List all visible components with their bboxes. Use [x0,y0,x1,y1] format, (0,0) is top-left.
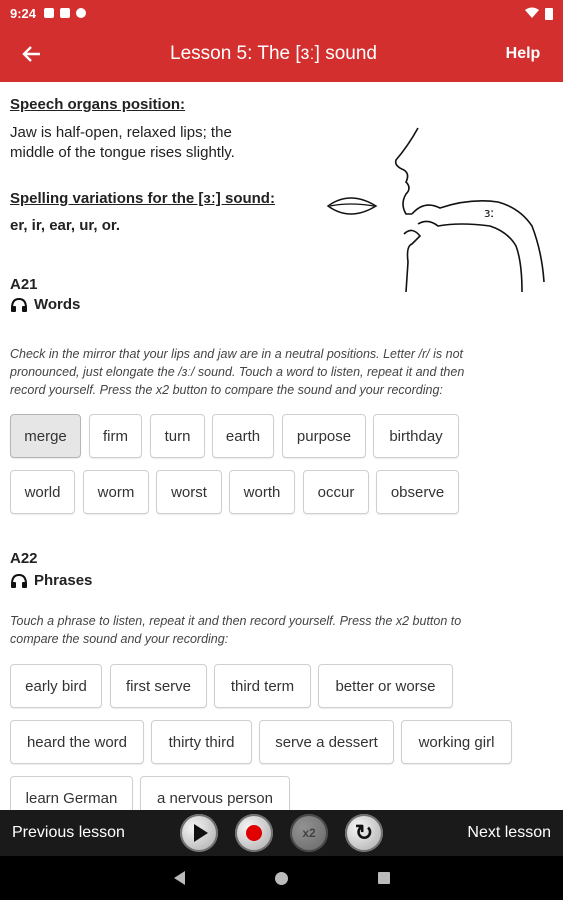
play-button[interactable] [180,814,218,852]
x2-label: x2 [302,826,316,840]
speech-organs-text-line1: Jaw is half-open, relaxed lips; the [10,124,232,141]
system-navigation-bar [0,856,563,900]
a21-instructions-line1: Check in the mirror that your lips and j… [10,347,463,361]
word-button-merge[interactable]: merge [10,414,81,458]
a22-heading[interactable]: Phrases [10,572,92,589]
phrase-button-learn-german[interactable]: learn German [10,776,133,810]
a22-instructions-line2: compare the sound and your recording: [10,632,229,646]
compare-x2-button[interactable]: x2 [290,814,328,852]
spelling-heading: Spelling variations for the [ɜː] sound: [10,190,275,207]
spelling-variations: er, ir, ear, ur, or. [10,217,121,234]
nav-home-icon[interactable] [274,871,288,885]
word-button-worm[interactable]: worm [83,470,149,514]
lesson-controls-bar: Previous lesson x2 ↻ Next lesson [0,810,563,856]
a22-code: A22 [10,550,38,567]
help-button[interactable]: Help [483,45,563,63]
a21-code: A21 [10,276,38,293]
wifi-icon [525,7,539,18]
word-button-birthday[interactable]: birthday [373,414,459,458]
word-button-purpose[interactable]: purpose [282,414,366,458]
lesson-content[interactable]: Speech organs position: Jaw is half-open… [0,82,563,810]
a21-title: Words [34,296,81,313]
status-bar: 9:24 [0,0,563,26]
word-button-earth[interactable]: earth [212,414,274,458]
a22-instructions-line1: Touch a phrase to listen, repeat it and … [10,614,462,628]
record-button[interactable] [235,814,273,852]
previous-lesson-button[interactable]: Previous lesson [12,824,125,842]
headphones-icon [11,297,27,312]
phrase-button-early-bird[interactable]: early bird [10,664,102,708]
status-notification-icons [44,8,87,18]
notification-icon [44,8,55,18]
speech-organs-text-line2: middle of the tongue rises slightly. [10,144,235,161]
phrase-button-third-term[interactable]: third term [214,664,311,708]
phrase-button-better-or-worse[interactable]: better or worse [318,664,453,708]
word-button-occur[interactable]: occur [303,470,369,514]
word-button-observe[interactable]: observe [376,470,459,514]
a22-title: Phrases [34,572,93,589]
headphones-icon [11,573,27,588]
app-bar: Lesson 5: The [ɜː] sound Help [0,26,563,82]
status-time: 9:24 [10,5,37,21]
a21-instructions-line3: record yourself. Press the x2 button to … [10,383,443,397]
phrase-button-heard-the-word[interactable]: heard the word [10,720,144,764]
phrase-button-first-serve[interactable]: first serve [110,664,207,708]
phrase-button-thirty-third[interactable]: thirty third [151,720,252,764]
word-button-world[interactable]: world [10,470,75,514]
at-sign-icon [76,8,87,18]
phrase-button-serve-a-dessert[interactable]: serve a dessert [259,720,394,764]
next-lesson-button[interactable]: Next lesson [467,824,551,842]
lesson-title: Lesson 5: The [ɜː] sound [170,43,377,64]
arrow-back-icon [22,46,40,62]
play-icon [193,824,208,842]
back-button[interactable] [0,26,64,82]
diagram-vowel-label: ɜː [484,206,494,220]
word-button-worst[interactable]: worst [156,470,222,514]
status-system-icons [525,7,553,20]
nav-back-icon[interactable] [173,871,185,885]
phrase-button-working-girl[interactable]: working girl [401,720,512,764]
speech-organs-heading: Speech organs position: [10,96,186,113]
battery-icon [545,7,553,20]
replay-button[interactable]: ↻ [345,814,383,852]
word-button-turn[interactable]: turn [150,414,205,458]
a21-instructions-line2: pronounced, just elongate the /ɜː/ sound… [10,365,465,379]
word-button-firm[interactable]: firm [89,414,142,458]
phrase-button-a-nervous-person[interactable]: a nervous person [140,776,290,810]
speech-organs-diagram: ɜː [326,127,545,293]
sd-card-icon [60,8,71,18]
replay-icon: ↻ [354,820,374,845]
nav-recents-icon[interactable] [377,872,390,884]
record-icon [246,825,262,841]
a21-heading[interactable]: Words [10,296,80,313]
word-button-worth[interactable]: worth [229,470,295,514]
